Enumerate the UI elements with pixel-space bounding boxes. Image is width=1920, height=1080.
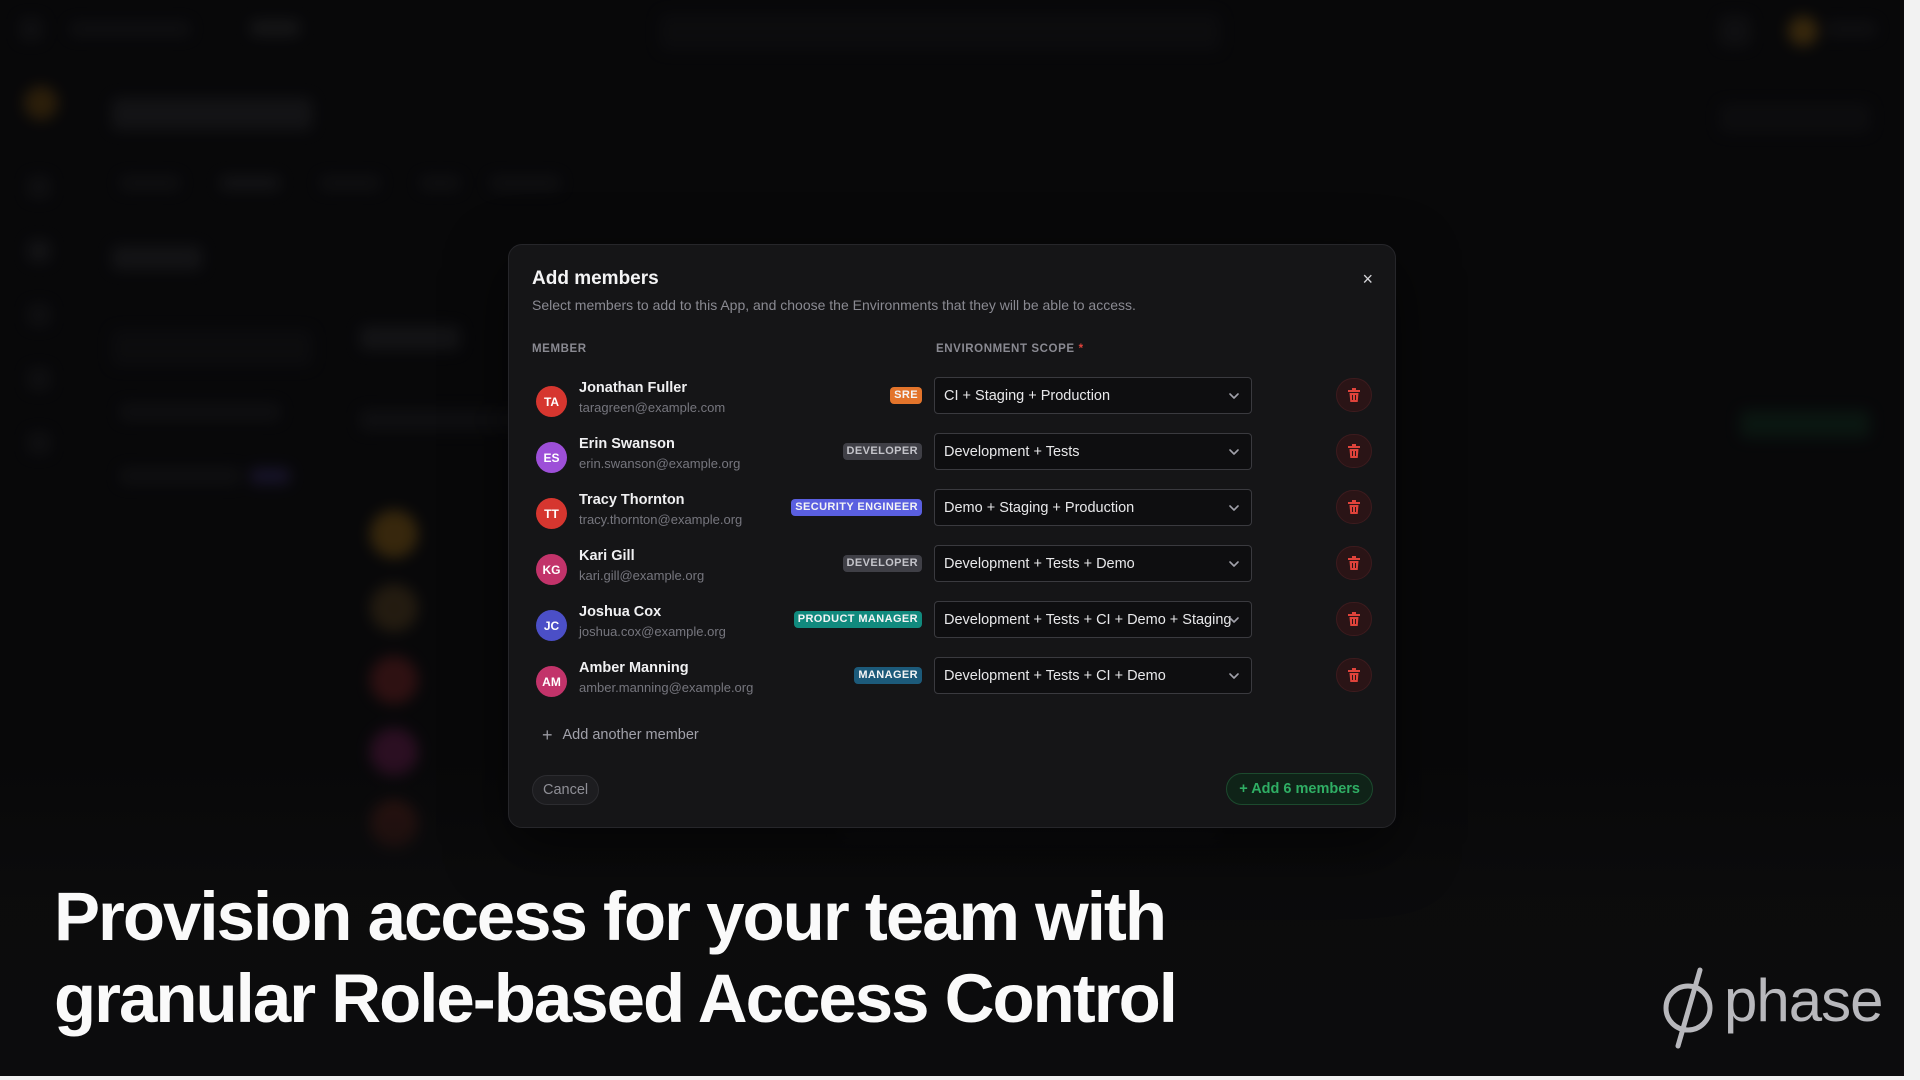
member-row: JC Joshua Cox joshua.cox@example.org PRO…: [509, 597, 1395, 653]
chevron-down-icon: [1229, 617, 1239, 623]
avatar: JC: [536, 610, 567, 641]
environment-scope-value: Development + Tests: [944, 444, 1080, 460]
dialog-description: Select members to add to this App, and c…: [532, 297, 1136, 313]
add-another-member-label: Add another member: [562, 727, 699, 743]
member-name: Tracy Thornton: [579, 492, 685, 508]
avatar: AM: [536, 666, 567, 697]
member-name: Joshua Cox: [579, 604, 662, 620]
headline: Provision access for your team with gran…: [54, 876, 1178, 1040]
add-members-button[interactable]: + Add 6 members: [1226, 773, 1373, 805]
cancel-button[interactable]: Cancel: [532, 775, 600, 805]
environment-scope-value: Development + Tests + CI + Demo + Stagin…: [944, 612, 1232, 628]
member-name: Kari Gill: [579, 548, 635, 564]
member-row: AM Amber Manning amber.manning@example.o…: [509, 653, 1395, 709]
add-members-dialog: Add members Select members to add to thi…: [508, 244, 1396, 828]
chevron-down-icon: [1229, 561, 1239, 567]
avatar: KG: [536, 554, 567, 585]
role-badge: SRE: [890, 387, 922, 404]
environment-scope-select[interactable]: Demo + Staging + Production: [934, 489, 1252, 526]
frame-edge-bottom: [0, 1076, 1920, 1080]
remove-member-button[interactable]: [1336, 546, 1372, 580]
close-icon[interactable]: ×: [1362, 270, 1373, 288]
trash-icon: [1348, 443, 1360, 458]
chevron-down-icon: [1229, 673, 1239, 679]
environment-scope-value: Development + Tests + Demo: [944, 556, 1135, 572]
frame-edge-right: [1904, 0, 1920, 1080]
remove-member-button[interactable]: [1336, 434, 1372, 468]
phase-logo-mark: [1663, 967, 1713, 1049]
avatar: ES: [536, 442, 567, 473]
role-badge: SECURITY ENGINEER: [791, 499, 922, 516]
environment-scope-select[interactable]: Development + Tests + CI + Demo: [934, 657, 1252, 694]
member-row: KG Kari Gill kari.gill@example.org DEVEL…: [509, 541, 1395, 597]
avatar: TT: [536, 498, 567, 529]
required-marker: *: [1078, 343, 1084, 355]
chevron-down-icon: [1229, 449, 1239, 455]
trash-icon: [1348, 555, 1360, 570]
environment-scope-select[interactable]: Development + Tests + CI + Demo + Stagin…: [934, 601, 1252, 638]
dialog-title: Add members: [532, 268, 659, 289]
phase-logo-wordmark: phase: [1724, 967, 1883, 1034]
chevron-down-icon: [1229, 393, 1239, 399]
member-email: amber.manning@example.org: [579, 680, 754, 695]
trash-icon: [1348, 667, 1360, 682]
environment-scope-value: CI + Staging + Production: [944, 388, 1111, 404]
environment-scope-select[interactable]: Development + Tests + Demo: [934, 545, 1252, 582]
headline-line-1: Provision access for your team with: [54, 878, 1167, 955]
trash-icon: [1348, 387, 1360, 402]
member-name: Erin Swanson: [579, 436, 675, 452]
phase-logo: phase: [1656, 966, 1883, 1050]
environment-scope-select[interactable]: Development + Tests: [934, 433, 1252, 470]
member-name: Amber Manning: [579, 660, 689, 676]
member-email: tracy.thornton@example.org: [579, 512, 743, 527]
scope-header-label: ENVIRONMENT SCOPE: [936, 343, 1075, 355]
remove-member-button[interactable]: [1336, 602, 1372, 636]
environment-scope-select[interactable]: CI + Staging + Production: [934, 377, 1252, 414]
add-another-member-button[interactable]: + Add another member: [542, 724, 699, 746]
trash-icon: [1348, 499, 1360, 514]
member-email: joshua.cox@example.org: [579, 624, 726, 639]
scene: Add members Select members to add to thi…: [0, 0, 1904, 1076]
environment-scope-value: Demo + Staging + Production: [944, 500, 1135, 516]
role-badge: DEVELOPER: [842, 443, 922, 460]
member-row: TA Jonathan Fuller taragreen@example.com…: [509, 373, 1395, 429]
member-name: Jonathan Fuller: [579, 380, 687, 396]
avatar: TA: [536, 386, 567, 417]
member-row: ES Erin Swanson erin.swanson@example.org…: [509, 429, 1395, 485]
role-badge: DEVELOPER: [842, 555, 922, 572]
member-email: erin.swanson@example.org: [579, 456, 741, 471]
member-email: taragreen@example.com: [579, 400, 726, 415]
plus-icon: +: [542, 725, 553, 745]
headline-line-2: granular Role-based Access Control: [54, 960, 1178, 1037]
remove-member-button[interactable]: [1336, 378, 1372, 412]
member-column-header: MEMBER: [532, 343, 587, 355]
remove-member-button[interactable]: [1336, 490, 1372, 524]
member-email: kari.gill@example.org: [579, 568, 705, 583]
role-badge: PRODUCT MANAGER: [793, 611, 922, 628]
scope-column-header: ENVIRONMENT SCOPE *: [936, 343, 1084, 355]
remove-member-button[interactable]: [1336, 658, 1372, 692]
environment-scope-value: Development + Tests + CI + Demo: [944, 668, 1166, 684]
chevron-down-icon: [1229, 505, 1239, 511]
trash-icon: [1348, 611, 1360, 626]
role-badge: MANAGER: [854, 667, 922, 684]
member-row: TT Tracy Thornton tracy.thornton@example…: [509, 485, 1395, 541]
